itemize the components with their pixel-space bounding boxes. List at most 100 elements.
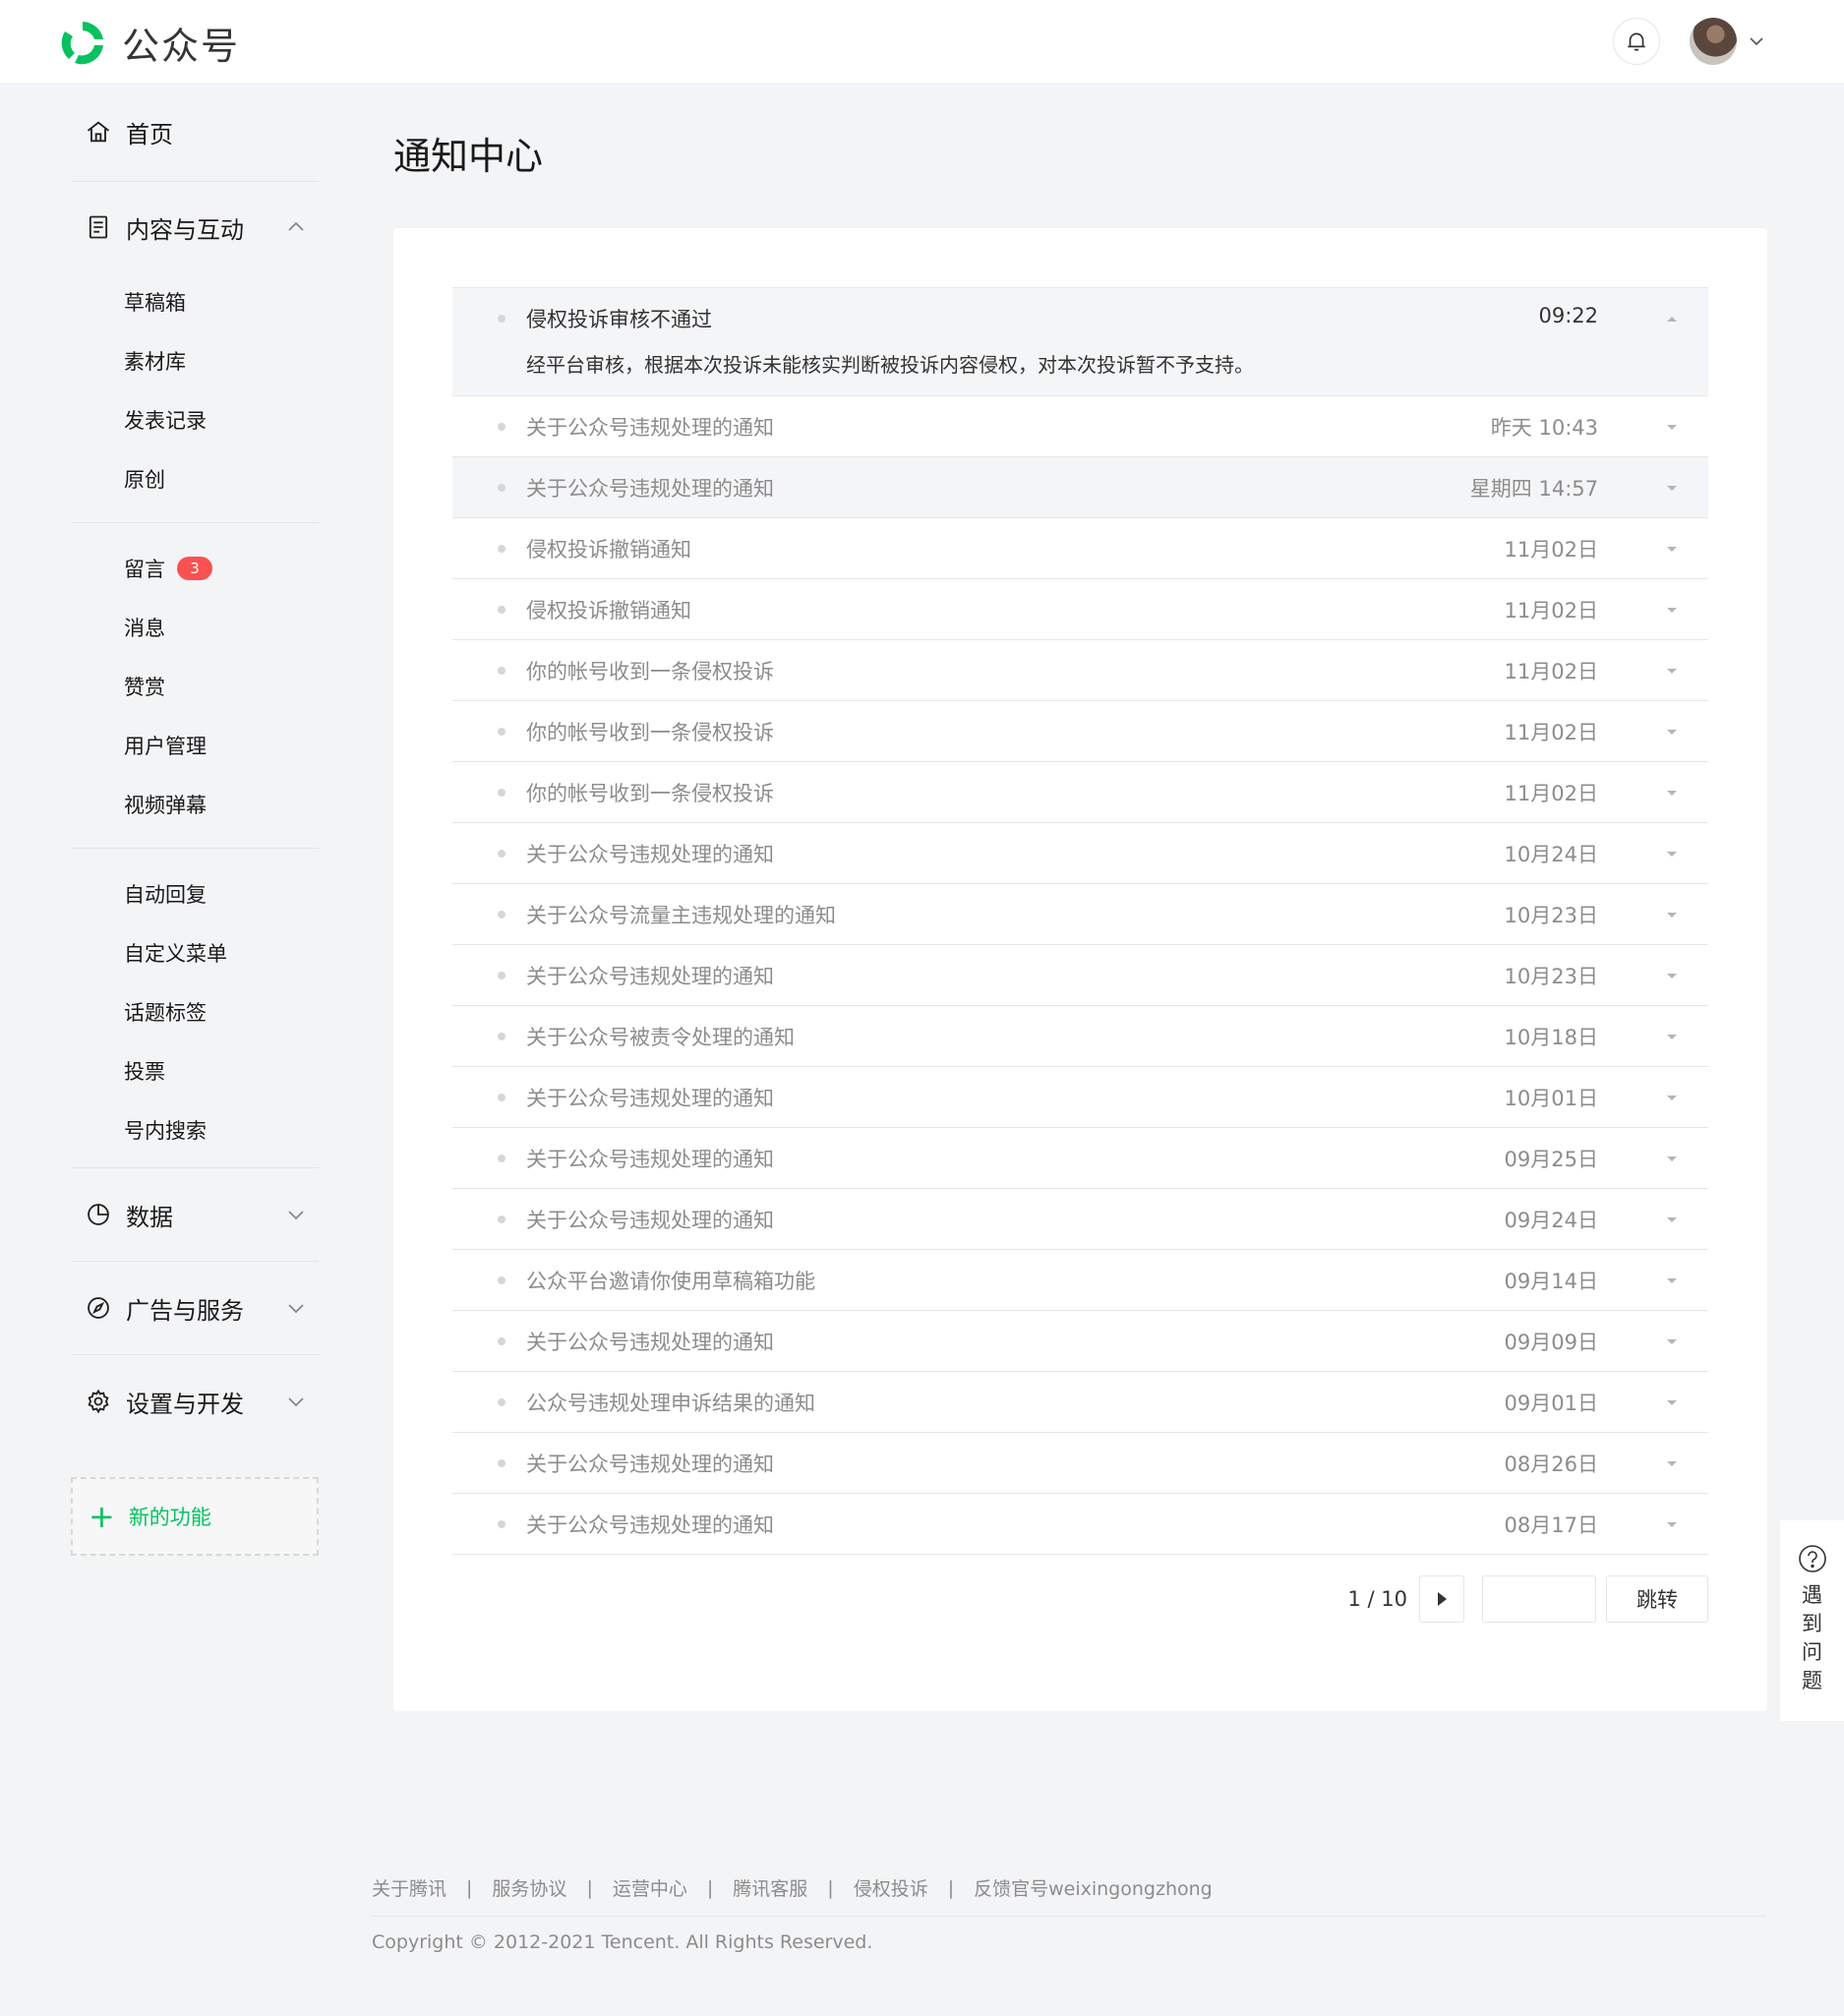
footer-link[interactable]: 反馈官号weixingongzhong (974, 1874, 1213, 1901)
footer-link[interactable]: 腾讯客服 (733, 1874, 807, 1901)
help-float-button[interactable]: 遇到问题 (1780, 1520, 1844, 1721)
pie-chart-icon (88, 1204, 109, 1225)
notification-time: 08月26日 (1504, 1452, 1598, 1476)
notification-row[interactable]: 关于公众号被责令处理的通知 10月18日 (452, 1006, 1708, 1067)
sidebar-item-label: 内容与互动 (126, 215, 244, 244)
caret-down-icon[interactable] (1665, 1334, 1679, 1348)
sidebar-item-ads[interactable]: 广告与服务 (71, 1262, 319, 1354)
bullet-dot (498, 1215, 506, 1223)
footer-separator: | (706, 1876, 714, 1899)
notification-row[interactable]: 关于公众号违规处理的通知 昨天 10:43 (452, 396, 1708, 457)
caret-down-icon[interactable] (1665, 664, 1679, 678)
notification-bell-button[interactable] (1613, 18, 1660, 65)
notification-time: 10月18日 (1504, 1025, 1598, 1049)
caret-down-icon[interactable] (1665, 725, 1679, 739)
caret-down-icon[interactable] (1665, 1517, 1679, 1531)
sidebar-item-original[interactable]: 原创 (71, 449, 319, 508)
caret-down-icon[interactable] (1665, 786, 1679, 800)
jump-button[interactable]: 跳转 (1606, 1575, 1708, 1623)
sidebar-item-auto-reply[interactable]: 自动回复 (71, 864, 319, 923)
footer-link[interactable]: 运营中心 (613, 1874, 687, 1901)
notification-row[interactable]: 侵权投诉审核不通过 经平台审核，根据本次投诉未能核实判断被投诉内容侵权，对本次投诉… (452, 288, 1708, 396)
notification-row[interactable]: 关于公众号违规处理的通知 10月24日 (452, 823, 1708, 884)
bullet-dot (498, 849, 506, 858)
chevron-down-icon[interactable] (1747, 31, 1766, 51)
bullet-dot (498, 605, 506, 614)
sidebar-item-vote[interactable]: 投票 (71, 1041, 319, 1100)
sidebar-item-comments[interactable]: 留言 3 (71, 539, 319, 598)
sidebar-item-drafts[interactable]: 草稿箱 (71, 272, 319, 331)
notification-row[interactable]: 关于公众号违规处理的通知 09月25日 (452, 1128, 1708, 1189)
brand[interactable]: 公众号 (57, 16, 240, 70)
bullet-dot (498, 910, 506, 919)
notification-time: 昨天 10:43 (1490, 415, 1598, 440)
chevron-down-icon (288, 1304, 304, 1314)
sidebar-item-video-danmaku[interactable]: 视频弹幕 (71, 775, 319, 834)
bullet-dot (498, 971, 506, 979)
caret-down-icon[interactable] (1665, 1152, 1679, 1165)
caret-down-icon[interactable] (1665, 1395, 1679, 1409)
notification-row[interactable]: 公众平台邀请你使用草稿箱功能 09月14日 (452, 1250, 1708, 1311)
notification-row[interactable]: 关于公众号违规处理的通知 10月01日 (452, 1067, 1708, 1128)
caret-down-icon[interactable] (1665, 481, 1679, 495)
caret-right-icon (1438, 1592, 1447, 1606)
footer-link[interactable]: 关于腾讯 (372, 1874, 446, 1901)
notification-time: 09月01日 (1504, 1391, 1598, 1415)
notification-row[interactable]: 关于公众号违规处理的通知 08月26日 (452, 1433, 1708, 1494)
notification-row[interactable]: 侵权投诉撤销通知 11月02日 (452, 579, 1708, 640)
sidebar-item-data[interactable]: 数据 (71, 1168, 319, 1261)
sidebar-item-home[interactable]: 首页 (71, 83, 319, 181)
sidebar-item-publish-records[interactable]: 发表记录 (71, 390, 319, 449)
notification-row[interactable]: 公众号违规处理申诉结果的通知 09月01日 (452, 1372, 1708, 1433)
sidebar-item-materials[interactable]: 素材库 (71, 331, 319, 390)
sidebar-item-settings[interactable]: 设置与开发 (71, 1355, 319, 1448)
notification-row[interactable]: 你的帐号收到一条侵权投诉 11月02日 (452, 640, 1708, 701)
footer-link[interactable]: 服务协议 (492, 1874, 566, 1901)
sidebar-item-topic-tags[interactable]: 话题标签 (71, 982, 319, 1041)
divider (71, 848, 319, 849)
caret-down-icon[interactable] (1665, 542, 1679, 556)
notification-row[interactable]: 关于公众号违规处理的通知 08月17日 (452, 1494, 1708, 1555)
notification-row[interactable]: 关于公众号违规处理的通知 星期四 14:57 (452, 457, 1708, 518)
notification-title: 关于公众号违规处理的通知 (526, 476, 774, 501)
notification-title: 关于公众号被责令处理的通知 (526, 1025, 795, 1049)
notification-row[interactable]: 你的帐号收到一条侵权投诉 11月02日 (452, 701, 1708, 762)
caret-down-icon[interactable] (1665, 1091, 1679, 1104)
caret-down-icon[interactable] (1665, 908, 1679, 921)
caret-down-icon[interactable] (1665, 1213, 1679, 1226)
caret-down-icon[interactable] (1665, 420, 1679, 434)
sidebar-item-messages[interactable]: 消息 (71, 598, 319, 657)
sidebar-item-content[interactable]: 内容与互动 (71, 182, 319, 272)
footer-link[interactable]: 侵权投诉 (854, 1874, 928, 1901)
caret-down-icon[interactable] (1665, 1030, 1679, 1043)
sidebar-item-search[interactable]: 号内搜索 (71, 1100, 319, 1159)
sidebar-item-custom-menu[interactable]: 自定义菜单 (71, 923, 319, 982)
sidebar-item-user-management[interactable]: 用户管理 (71, 716, 319, 775)
avatar[interactable] (1690, 18, 1737, 65)
sidebar-group-data: 数据 (71, 1167, 319, 1261)
question-circle-icon (1798, 1545, 1826, 1572)
caret-up-icon[interactable] (1665, 312, 1679, 326)
caret-down-icon[interactable] (1665, 969, 1679, 982)
caret-down-icon[interactable] (1665, 603, 1679, 617)
caret-down-icon[interactable] (1665, 1456, 1679, 1470)
notification-row[interactable]: 关于公众号流量主违规处理的通知 10月23日 (452, 884, 1708, 945)
notification-row[interactable]: 侵权投诉撤销通知 11月02日 (452, 518, 1708, 579)
notification-time: 11月02日 (1504, 781, 1598, 805)
page-number-input[interactable] (1482, 1575, 1596, 1623)
bullet-dot (498, 1275, 506, 1284)
notification-row[interactable]: 关于公众号违规处理的通知 10月23日 (452, 945, 1708, 1006)
sidebar-item-rewards[interactable]: 赞赏 (71, 657, 319, 716)
caret-down-icon[interactable] (1665, 847, 1679, 860)
page-title: 通知中心 (393, 135, 544, 178)
bullet-dot (498, 1032, 506, 1040)
bullet-dot (498, 1397, 506, 1406)
notification-row[interactable]: 关于公众号违规处理的通知 09月09日 (452, 1311, 1708, 1372)
caret-down-icon[interactable] (1665, 1274, 1679, 1287)
sidebar-item-label: 首页 (126, 120, 173, 148)
notification-row[interactable]: 你的帐号收到一条侵权投诉 11月02日 (452, 762, 1708, 823)
new-feature-button[interactable]: + 新的功能 (71, 1477, 319, 1556)
notification-title: 关于公众号违规处理的通知 (526, 1330, 774, 1354)
notification-row[interactable]: 关于公众号违规处理的通知 09月24日 (452, 1189, 1708, 1250)
next-page-button[interactable] (1419, 1575, 1464, 1623)
